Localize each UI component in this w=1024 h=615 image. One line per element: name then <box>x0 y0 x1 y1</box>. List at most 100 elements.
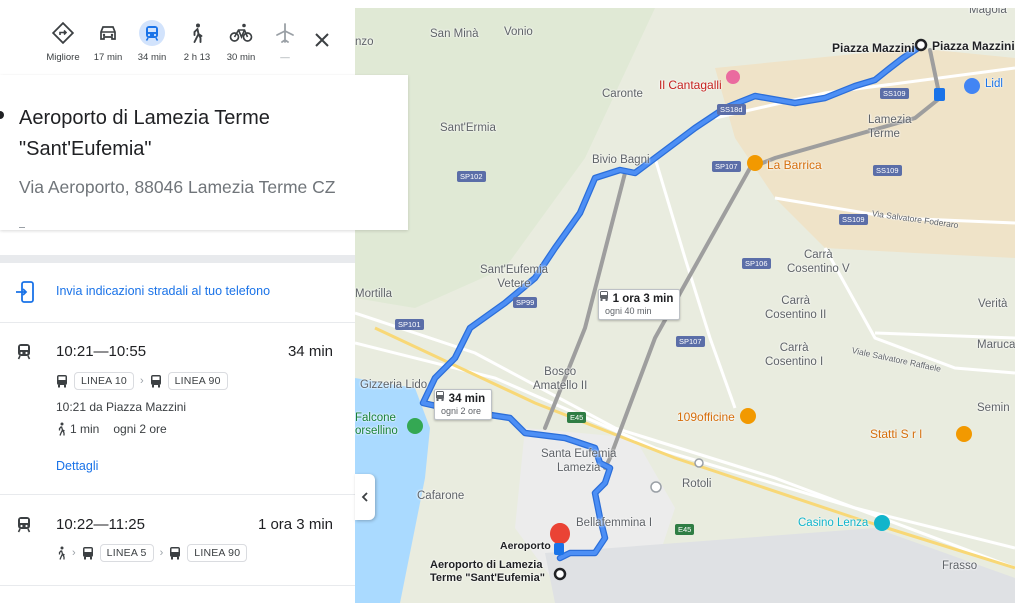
route-box-duration: 1 ora 3 min <box>612 293 674 305</box>
mode-flight[interactable]: — <box>261 18 309 63</box>
bus-stop-icon <box>934 88 945 101</box>
junction-marker <box>650 481 662 493</box>
bus-icon <box>600 291 608 301</box>
send-to-phone-link[interactable]: Invia indicazioni stradali al tuo telefo… <box>0 270 355 316</box>
hotel-poi-icon <box>726 70 740 84</box>
route-duration: 1 ora 3 min <box>257 516 333 533</box>
mode-driving[interactable]: 17 min <box>84 18 132 63</box>
route-details-link[interactable]: Dettagli <box>56 459 98 473</box>
road-sign: SS109 <box>873 165 902 176</box>
bus-line-chip: LINEA 90 <box>187 544 248 562</box>
mode-label: 30 min <box>226 52 256 63</box>
chevron-right-icon: › <box>159 547 164 559</box>
route-box-frequency: ogni 40 min <box>605 306 652 316</box>
train-icon <box>16 516 32 539</box>
map-label: Magola <box>969 8 1007 16</box>
bus-line-chip: LINEA 5 <box>99 544 154 562</box>
mode-cycling[interactable]: 30 min <box>217 18 265 63</box>
walk-icon <box>173 18 221 48</box>
mode-best-route[interactable]: Migliore <box>39 18 87 63</box>
bus-icon <box>170 547 181 560</box>
bus-stop-icon <box>554 543 564 555</box>
map-label: Gizzeria Lido <box>360 379 428 391</box>
mode-walking[interactable]: 2 h 13 <box>173 18 221 63</box>
bus-line-chip: LINEA 10 <box>74 372 134 390</box>
flight-icon <box>261 18 309 48</box>
route-info-box[interactable]: › 34 min ogni 2 ore <box>434 389 493 420</box>
mode-label: 34 min <box>137 52 167 63</box>
route-walk-info: 1 min ogni 2 ore <box>56 422 167 436</box>
shopping-poi-icon <box>964 78 980 94</box>
map-label: Lamezia Terme <box>868 114 912 140</box>
map-label: Carrà Cosentino II <box>765 295 827 321</box>
road-sign: SP107 <box>676 336 705 347</box>
map-label-poi[interactable]: Statti S r l <box>870 427 922 441</box>
walk-icon <box>58 422 65 436</box>
destination-dot-icon <box>0 111 4 119</box>
map-label: Bivio Bagni <box>592 154 650 166</box>
map-canvas[interactable]: Magola nzo San Minà Vonio Piazza Mazzini… <box>355 8 1015 603</box>
map-label-poi[interactable]: Falcone orsellino <box>355 412 398 438</box>
restaurant-poi-icon <box>740 408 756 424</box>
route-box-frequency: ogni 2 ore <box>441 406 482 416</box>
map-label: nzo <box>355 36 374 48</box>
road-sign: SP106 <box>742 258 771 269</box>
map-label-poi[interactable]: Il Cantagalli <box>659 78 722 92</box>
route-option-1[interactable]: 10:21—10:55 34 min LINEA 10 › LINEA 90 1… <box>0 343 355 493</box>
map-label-origin[interactable]: Piazza Mazzini <box>932 39 1015 53</box>
road-sign: SP101 <box>395 319 424 330</box>
map-label-destination[interactable]: Aeroporto di Lamezia Terme "Sant'Eufemia… <box>430 559 545 585</box>
route-option-2[interactable]: 10:22—11:25 1 ora 3 min › LINEA 5 › LINE… <box>0 516 355 596</box>
map-label-poi[interactable]: Casino Lenza <box>798 517 868 529</box>
train-icon <box>16 343 32 366</box>
route-info-box[interactable]: › 1 ora 3 min ogni 40 min <box>598 289 681 320</box>
road-sign: SP99 <box>513 297 538 308</box>
restaurant-poi-icon <box>747 155 763 171</box>
bus-line-chip: LINEA 90 <box>167 372 228 390</box>
map-label-poi[interactable]: Lidl <box>985 78 1003 90</box>
origin-marker <box>914 38 928 52</box>
chevron-right-icon: › <box>139 375 144 387</box>
divider <box>19 227 25 228</box>
map-label: Semin <box>977 402 1010 414</box>
map-label: Bosco Amatello II <box>533 366 588 392</box>
map-label: Frasso <box>942 560 978 572</box>
map-label: Verità <box>978 298 1008 310</box>
map-label: Maruca <box>977 339 1015 351</box>
map-label: Santa Eufemia Lamezia <box>541 448 617 474</box>
road-sign: SP102 <box>457 171 486 182</box>
bus-icon <box>150 375 161 388</box>
map-label-poi[interactable]: 109officine <box>677 410 735 424</box>
route-time-range: 10:22—11:25 <box>56 516 145 533</box>
junction-marker <box>694 458 704 468</box>
train-icon <box>139 20 165 46</box>
section-divider <box>0 255 355 263</box>
route-divider <box>0 494 355 495</box>
map-label: Sant'Eufemia Vetere <box>480 264 549 290</box>
route-time-range: 10:21—10:55 <box>56 343 147 360</box>
map-label-origin[interactable]: Piazza Mazzini <box>832 41 915 55</box>
destination-card[interactable]: Aeroporto di Lamezia Terme "Sant'Eufemia… <box>0 75 408 230</box>
mode-transit[interactable]: 34 min <box>128 18 176 63</box>
chevron-right-icon: › <box>72 547 76 559</box>
best-route-icon <box>39 18 87 48</box>
mode-label: 2 h 13 <box>183 52 211 63</box>
send-to-phone-label: Invia indicazioni stradali al tuo telefo… <box>56 284 271 298</box>
hiking-poi-icon <box>407 418 423 434</box>
close-directions-button[interactable] <box>308 26 336 54</box>
route-steps: LINEA 10 › LINEA 90 <box>56 372 228 390</box>
road-sign: SS109 <box>880 88 909 99</box>
road-sign: E45 <box>567 412 587 423</box>
map-label: Aeroporto <box>500 540 551 552</box>
mode-label: Migliore <box>46 52 80 63</box>
map-label: Mortilla <box>355 288 393 300</box>
attraction-poi-icon <box>874 515 890 531</box>
travel-mode-bar: Migliore 17 min 34 min 2 h 13 30 min — <box>0 0 355 72</box>
map-label: Cafarone <box>417 490 465 502</box>
collapse-panel-button[interactable] <box>355 474 375 520</box>
map-label-poi[interactable]: La Barrica <box>767 158 822 172</box>
send-to-phone-icon <box>14 280 36 309</box>
destination-pin-icon <box>550 523 570 544</box>
road-sign: SS18d <box>717 104 746 115</box>
map-label: San Minà <box>430 28 479 40</box>
